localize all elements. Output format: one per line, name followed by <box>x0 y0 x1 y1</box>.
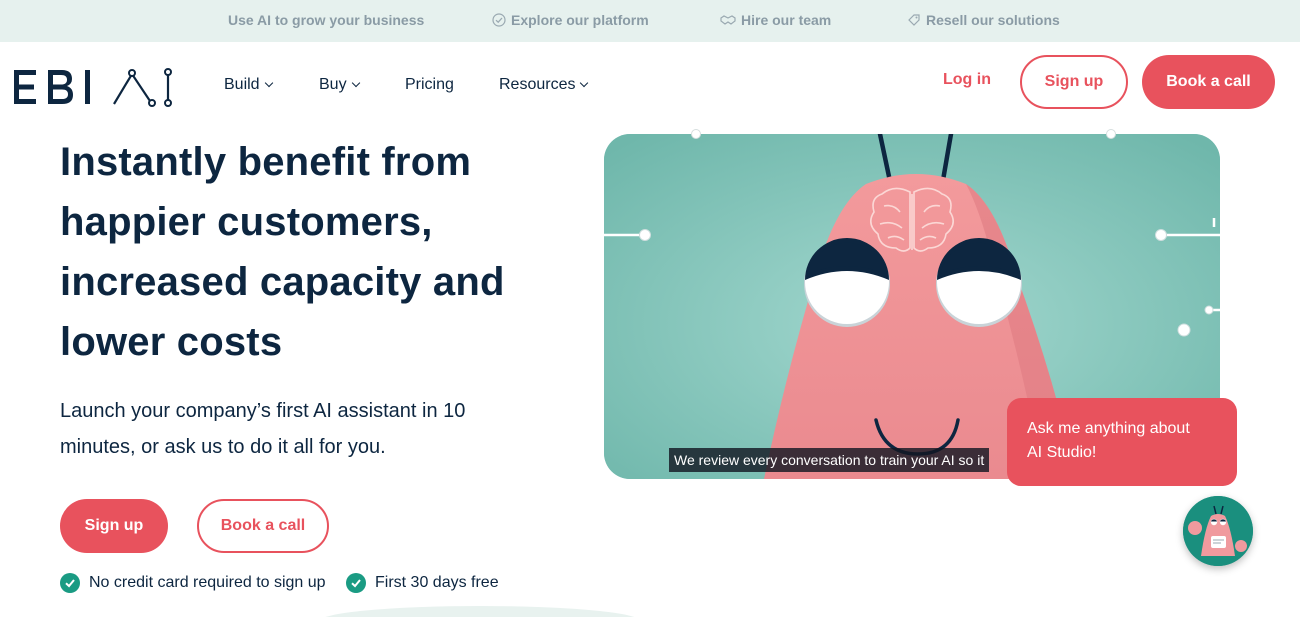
topbar-link-label: Hire our team <box>741 12 832 28</box>
topbar-link-label: Explore our platform <box>511 12 649 28</box>
hero-subheadline: Launch your company’s first AI assistant… <box>60 393 530 465</box>
chat-launcher-button[interactable] <box>1183 496 1253 566</box>
handshake-icon <box>720 15 736 25</box>
hero-headline: Instantly benefit from happier customers… <box>60 132 580 372</box>
topbar-link-label: Use AI to grow your business <box>228 12 425 28</box>
login-link[interactable]: Log in <box>943 71 991 89</box>
decorative-wave <box>320 606 640 617</box>
hero-headline-line: increased capacity and <box>60 260 505 304</box>
chat-prompt-line: AI Studio! <box>1027 444 1097 461</box>
topbar-link-label: Resell our solutions <box>926 12 1060 28</box>
nav-resources[interactable]: Resources <box>499 76 589 94</box>
chevron-down-icon <box>580 78 589 88</box>
video-caption: We review every conversation to train yo… <box>669 448 990 472</box>
hero-headline-line: lower costs <box>60 320 283 364</box>
benefit-label: No credit card required to sign up <box>89 574 326 591</box>
chevron-down-icon <box>351 78 360 88</box>
nav-buy[interactable]: Buy <box>319 76 360 94</box>
check-circle-icon <box>346 573 366 593</box>
nav-resources-label: Resources <box>499 76 576 93</box>
chevron-down-icon <box>264 78 273 88</box>
hero-subheadline-line: Launch your company’s first AI assistant… <box>60 400 466 422</box>
hero-headline-line: Instantly benefit from <box>60 140 472 184</box>
topbar-link-resell-solutions[interactable]: Resell our solutions <box>907 12 1060 28</box>
benefit-free-trial: First 30 days free <box>346 573 499 593</box>
nav-build[interactable]: Build <box>224 76 273 94</box>
tag-icon <box>908 14 920 26</box>
nav-pricing[interactable]: Pricing <box>405 76 454 94</box>
benefit-label: First 30 days free <box>375 574 499 591</box>
topbar-link-hire-team[interactable]: Hire our team <box>720 12 831 28</box>
check-circle-icon <box>60 573 80 593</box>
badge-check-icon <box>492 13 506 27</box>
hero-book-call-button[interactable]: Book a call <box>197 499 329 553</box>
nav-build-label: Build <box>224 76 260 93</box>
hero-headline-line: happier customers, <box>60 200 433 244</box>
top-utility-bar: Use AI to grow your business Explore our… <box>0 0 1300 42</box>
topbar-link-explore-platform[interactable]: Explore our platform <box>492 12 649 28</box>
nav-buy-label: Buy <box>319 76 347 93</box>
chat-prompt-line: Ask me anything about <box>1027 420 1190 437</box>
topbar-link-grow-business[interactable]: Use AI to grow your business <box>228 12 424 28</box>
header-book-call-button[interactable]: Book a call <box>1142 55 1275 109</box>
hero-signup-button[interactable]: Sign up <box>60 499 168 553</box>
circuit-dot <box>1106 129 1116 139</box>
hero-subheadline-line: minutes, or ask us to do it all for you. <box>60 436 386 458</box>
benefit-no-credit-card: No credit card required to sign up <box>60 573 326 593</box>
ebi-ai-logo[interactable] <box>14 64 174 113</box>
chat-prompt-bubble[interactable]: Ask me anything about AI Studio! <box>1007 398 1237 486</box>
chat-mascot-avatar-icon <box>1183 496 1253 566</box>
header-signup-button[interactable]: Sign up <box>1020 55 1128 109</box>
circuit-dot <box>691 129 701 139</box>
nav-pricing-label: Pricing <box>405 76 454 93</box>
